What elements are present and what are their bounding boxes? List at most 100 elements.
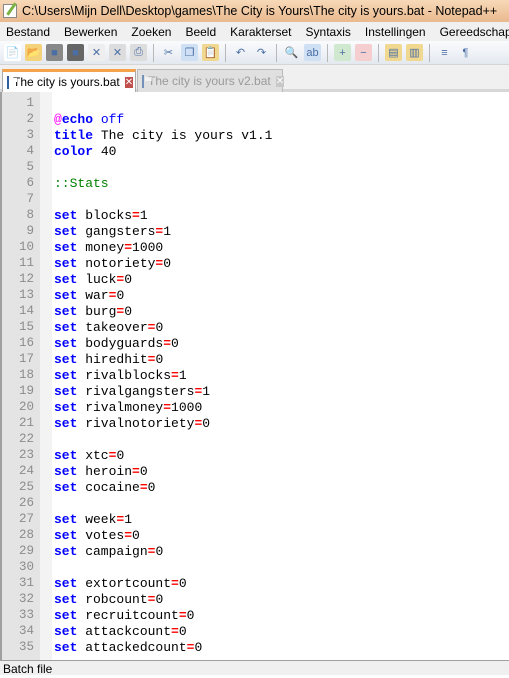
code-text: set attackedcount=0 (54, 640, 202, 655)
code-line[interactable]: 4 color 40 (2, 143, 509, 159)
code-line[interactable]: 7 (2, 191, 509, 207)
menu-gereedschappe[interactable]: Gereedschappe (433, 25, 509, 39)
token-text: recruitcount (77, 607, 179, 623)
token-keyword: set (54, 287, 78, 303)
file-type: Batch file (3, 662, 53, 676)
line-number: 16 (18, 336, 34, 350)
line-number: 23 (18, 448, 34, 462)
token-keyword: set (54, 623, 78, 639)
save-icon[interactable]: ■ (46, 44, 63, 61)
code-line[interactable]: 35 set attackedcount=0 (2, 639, 509, 655)
close-all-icon[interactable]: ✕ (109, 44, 126, 61)
window-title: C:\Users\Mijn Dell\Desktop\games\The Cit… (22, 4, 498, 18)
replace-icon[interactable]: ab (304, 44, 321, 61)
code-line[interactable]: 8 set blocks=1 (2, 207, 509, 223)
token-text: campaign (77, 543, 148, 559)
code-line[interactable]: 6::Stats (2, 175, 509, 191)
menu-zoeken[interactable]: Zoeken (124, 25, 178, 39)
code-line[interactable]: 3 title The city is yours v1.1 (2, 127, 509, 143)
token-operator: = (139, 479, 148, 495)
token-text: notoriety (77, 255, 156, 271)
code-line[interactable]: 1 (2, 95, 509, 111)
line-number: 28 (18, 528, 34, 542)
line-number: 17 (18, 352, 34, 366)
print-icon[interactable]: ⎙ (130, 44, 147, 61)
tab-the-city-is-yours-v2-bat[interactable]: The city is yours v2.bat ✕ (137, 69, 285, 92)
redo-icon[interactable]: ↷ (253, 44, 270, 61)
code-line[interactable]: 27 set week=1 (2, 511, 509, 527)
menu-syntaxis[interactable]: Syntaxis (299, 25, 358, 39)
paste-icon[interactable]: 📋 (202, 44, 219, 61)
code-line[interactable]: 11 set notoriety=0 (2, 255, 509, 271)
word-wrap-icon[interactable]: ≡ (436, 44, 453, 61)
code-line[interactable]: 23 set xtc=0 (2, 447, 509, 463)
code-line[interactable]: 26 (2, 495, 509, 511)
code-line[interactable]: 29 set campaign=0 (2, 543, 509, 559)
code-line[interactable]: 31 set extortcount=0 (2, 575, 509, 591)
code-line[interactable]: 25 set cocaine=0 (2, 479, 509, 495)
close-tab-icon[interactable]: ✕ (275, 75, 285, 87)
menu-instellingen[interactable]: Instellingen (358, 25, 433, 39)
close-icon[interactable]: ✕ (88, 44, 105, 61)
code-line[interactable]: 5 (2, 159, 509, 175)
token-text: robcount (77, 591, 148, 607)
save-all-icon[interactable]: ■ (67, 44, 84, 61)
code-line[interactable]: 17 set hiredhit=0 (2, 351, 509, 367)
code-line[interactable]: 30 (2, 559, 509, 575)
token-text: 0 (155, 319, 164, 335)
token-text: 0 (194, 639, 203, 655)
zoom-in-icon[interactable]: + (334, 44, 351, 61)
menu-bestand[interactable]: Bestand (0, 25, 57, 39)
token-text: blocks (77, 207, 133, 223)
code-line[interactable]: 33 set recruitcount=0 (2, 607, 509, 623)
token-text: 0 (178, 575, 187, 591)
token-text: rivalgangsters (77, 383, 195, 399)
sync-horizontal-icon[interactable]: ▥ (406, 44, 423, 61)
code-line[interactable]: 12 set luck=0 (2, 271, 509, 287)
cut-icon[interactable]: ✂ (160, 44, 177, 61)
code-line[interactable]: 14 set burg=0 (2, 303, 509, 319)
line-number: 1 (26, 96, 34, 110)
token-text: 1 (163, 223, 172, 239)
title-bar: C:\Users\Mijn Dell\Desktop\games\The Cit… (0, 0, 509, 22)
code-text: set rivalnotoriety=0 (54, 416, 210, 431)
tab-label: The city is yours v2.bat (148, 74, 271, 88)
undo-icon[interactable]: ↶ (232, 44, 249, 61)
line-number: 19 (18, 384, 34, 398)
token-keyword: set (54, 479, 78, 495)
code-editor[interactable]: 1 2 @echo off 3 title The city is yours v1.1… (0, 92, 509, 660)
code-text: set rivalblocks=1 (54, 368, 187, 383)
code-line[interactable]: 13 set war=0 (2, 287, 509, 303)
code-line[interactable]: 19 set rivalgangsters=1 (2, 383, 509, 399)
menu-karakterset[interactable]: Karakterset (223, 25, 298, 39)
code-line[interactable]: 24 set heroin=0 (2, 463, 509, 479)
code-line[interactable]: 9 set gangsters=1 (2, 223, 509, 239)
menu-beeld[interactable]: Beeld (178, 25, 223, 39)
code-line[interactable]: 10 set money=1000 (2, 239, 509, 255)
code-line[interactable]: 28 set votes=0 (2, 527, 509, 543)
open-file-icon[interactable]: 📂 (25, 44, 42, 61)
code-line[interactable]: 32 set robcount=0 (2, 591, 509, 607)
zoom-out-icon[interactable]: − (355, 44, 372, 61)
copy-icon[interactable]: ❐ (181, 44, 198, 61)
token-keyword: set (54, 319, 78, 335)
sync-vertical-icon[interactable]: ▤ (385, 44, 402, 61)
code-line[interactable]: 18 set rivalblocks=1 (2, 367, 509, 383)
code-line[interactable]: 2 @echo off (2, 111, 509, 127)
new-file-icon[interactable]: 📄 (4, 44, 21, 61)
code-line[interactable]: 22 (2, 431, 509, 447)
token-operator: = (163, 399, 172, 415)
tab-the-city-is-yours-bat[interactable]: The city is yours.bat ✕ (2, 69, 136, 92)
token-keyword: set (54, 607, 78, 623)
show-all-characters-icon[interactable]: ¶ (457, 44, 474, 61)
code-line[interactable]: 15 set takeover=0 (2, 319, 509, 335)
toolbar-separator (429, 43, 430, 62)
code-line[interactable]: 21 set rivalnotoriety=0 (2, 415, 509, 431)
token-text: 1 (124, 511, 133, 527)
code-line[interactable]: 34 set attackcount=0 (2, 623, 509, 639)
code-line[interactable]: 20 set rivalmoney=1000 (2, 399, 509, 415)
find-icon[interactable]: 🔍 (283, 44, 300, 61)
close-tab-icon[interactable]: ✕ (124, 76, 134, 88)
code-line[interactable]: 16 set bodyguards=0 (2, 335, 509, 351)
menu-bewerken[interactable]: Bewerken (57, 25, 124, 39)
